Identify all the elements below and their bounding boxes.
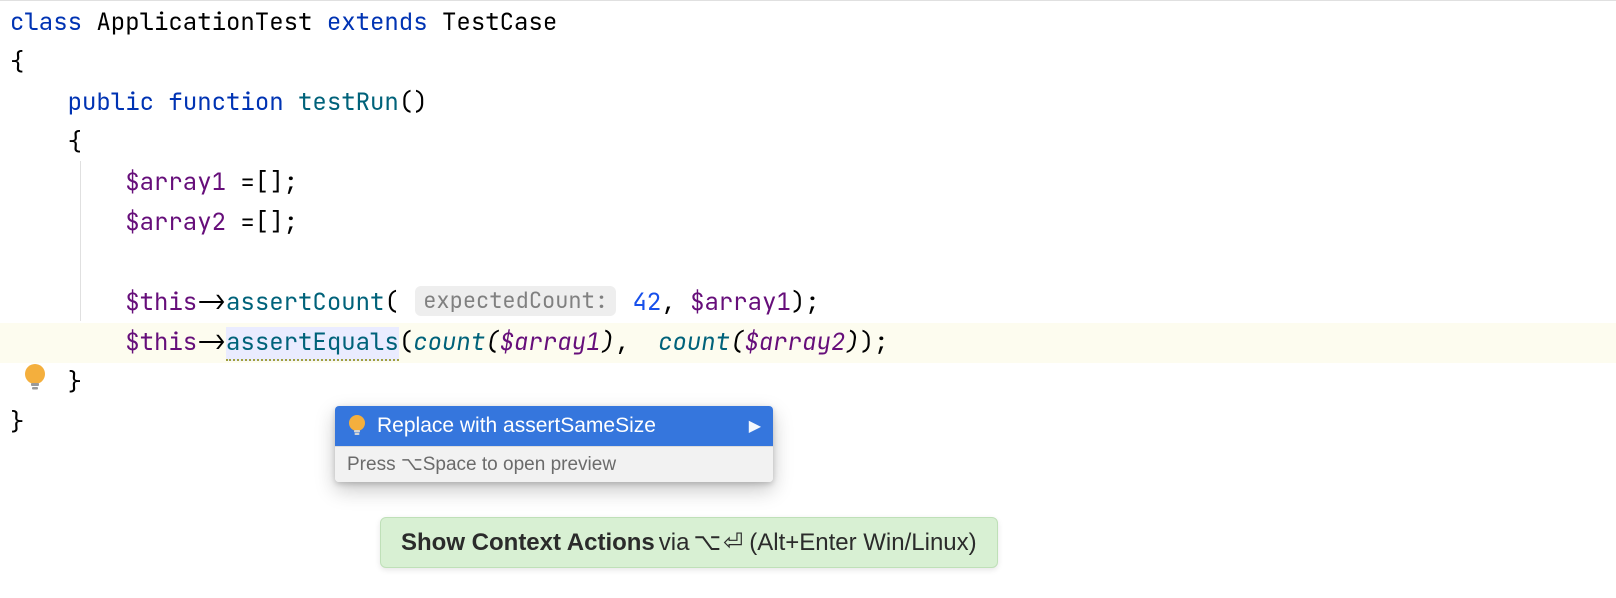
lightbulb-icon bbox=[347, 414, 367, 438]
intention-preview-hint: Press ⌥Space to open preview bbox=[335, 446, 773, 482]
keyword-function: function bbox=[168, 87, 283, 118]
literal-42: 42 bbox=[632, 287, 661, 318]
paren-close: ) bbox=[791, 287, 805, 318]
brace-close: } bbox=[68, 367, 82, 398]
semicolon: ; bbox=[805, 287, 819, 318]
hint-banner: Show Context Actions via ⌥⏎ (Alt+Enter W… bbox=[380, 517, 998, 568]
paren-close: ) bbox=[860, 327, 874, 358]
code-line: } bbox=[0, 403, 1616, 443]
code-line bbox=[0, 243, 1616, 283]
fn-parens: () bbox=[399, 87, 428, 118]
submenu-arrow-icon: ▶ bbox=[749, 416, 761, 436]
var-array2: $array2 bbox=[125, 207, 226, 238]
keyword-class: class bbox=[10, 7, 82, 38]
code-line: $array1 =[]; bbox=[0, 163, 1616, 203]
banner-via: via bbox=[659, 529, 690, 557]
intention-popup: Replace with assertSameSize ▶ Press ⌥Spa… bbox=[335, 406, 773, 482]
semicolon: ; bbox=[874, 327, 888, 358]
var-array1: $array1 bbox=[125, 167, 226, 198]
paren-open: ( bbox=[399, 327, 413, 358]
intention-bulb-icon[interactable] bbox=[22, 363, 50, 391]
keyword-extends: extends bbox=[327, 7, 428, 38]
brace-close: } bbox=[10, 407, 24, 438]
brace-open: { bbox=[68, 127, 82, 158]
brace-open: { bbox=[10, 47, 24, 78]
keyword-public: public bbox=[68, 87, 154, 118]
code-line: { bbox=[0, 43, 1616, 83]
intention-action-replace-assertsamesize[interactable]: Replace with assertSameSize ▶ bbox=[335, 406, 773, 446]
call-count-2: count bbox=[658, 327, 730, 358]
arrow-op: -> bbox=[197, 327, 226, 358]
code-line: } bbox=[0, 363, 1616, 403]
arg-array2: $array2 bbox=[744, 327, 845, 358]
call-assertcount: assertCount bbox=[226, 287, 384, 318]
assign-empty: =[]; bbox=[226, 207, 298, 238]
code-line: $this->assertCount( expectedCount: 42, $… bbox=[0, 283, 1616, 323]
code-editor[interactable]: class ApplicationTest extends TestCase {… bbox=[0, 0, 1616, 598]
banner-strong: Show Context Actions bbox=[401, 529, 655, 557]
banner-alt-text: (Alt+Enter Win/Linux) bbox=[749, 529, 976, 557]
var-this: $this bbox=[125, 287, 197, 318]
var-this: $this bbox=[125, 327, 197, 358]
assign-empty: =[]; bbox=[226, 167, 298, 198]
parent-class: TestCase bbox=[442, 7, 557, 38]
code-line: public function testRun() bbox=[0, 83, 1616, 123]
paren-open: ( bbox=[384, 287, 398, 318]
code-line: class ApplicationTest extends TestCase bbox=[0, 3, 1616, 43]
intention-action-label: Replace with assertSameSize bbox=[377, 414, 656, 438]
call-assertequals-warning[interactable]: assertEquals bbox=[226, 327, 399, 361]
class-name: ApplicationTest bbox=[96, 7, 312, 38]
arg-array1: $array1 bbox=[500, 327, 601, 358]
indent-guide bbox=[80, 161, 81, 321]
call-count-1: count bbox=[413, 327, 485, 358]
comma: , bbox=[661, 287, 690, 318]
code-line: $array2 =[]; bbox=[0, 203, 1616, 243]
code-line-caret: $this->assertEquals(count($array1), coun… bbox=[0, 323, 1616, 363]
shortcut-mac: ⌥⏎ bbox=[693, 528, 745, 557]
param-hint-expectedcount: expectedCount: bbox=[415, 286, 616, 316]
function-name: testRun bbox=[298, 87, 399, 118]
arrow-op: -> bbox=[197, 287, 226, 318]
code-line: { bbox=[0, 123, 1616, 163]
arg-array1: $array1 bbox=[690, 287, 791, 318]
comma: , bbox=[615, 327, 644, 358]
